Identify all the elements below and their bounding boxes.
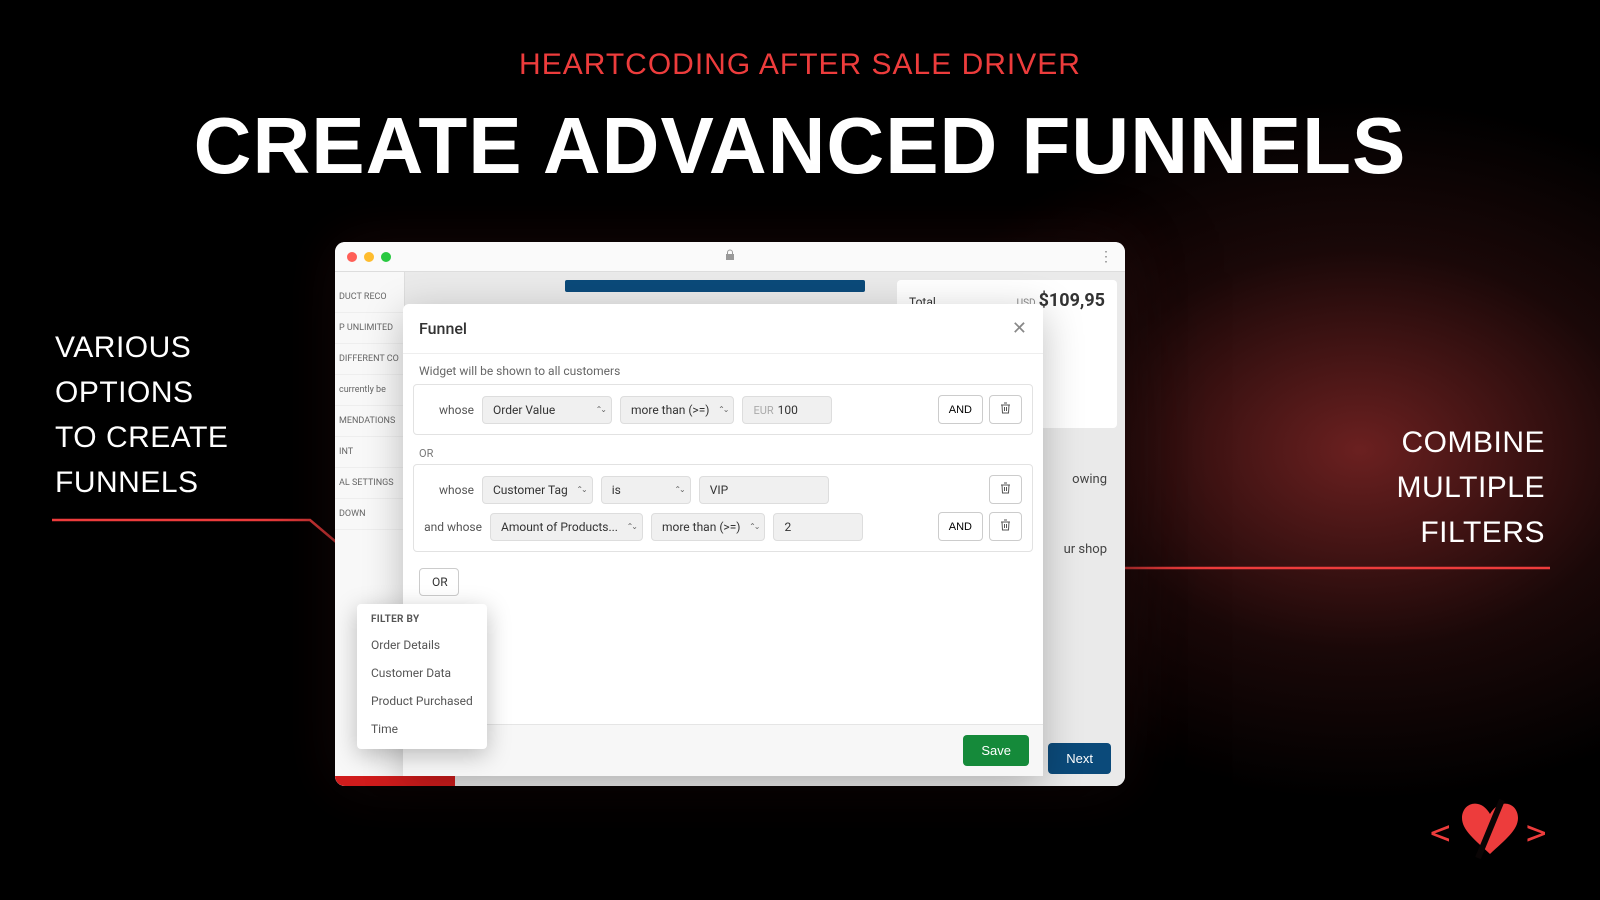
operator-select[interactable]: is <box>601 476 691 504</box>
callout-right-text: COMBINE MULTIPLE FILTERS <box>1397 426 1545 549</box>
traffic-lights <box>347 252 391 262</box>
sidebar-item[interactable]: currently be <box>335 375 404 406</box>
sidebar-item[interactable]: AL SETTINGS <box>335 468 404 499</box>
right-text-1: owing <box>1072 472 1107 487</box>
hero-title: CREATE ADVANCED FUNNELS <box>0 100 1600 192</box>
close-icon[interactable]: ✕ <box>1012 318 1027 339</box>
and-button[interactable]: AND <box>938 395 983 424</box>
arrow-left <box>50 510 370 570</box>
trash-icon <box>1000 482 1011 494</box>
funnel-modal: Funnel ✕ Widget will be shown to all cus… <box>403 304 1043 776</box>
maximize-icon[interactable] <box>381 252 391 262</box>
rule-group-1: whose Order Value more than (>=) EUR100 … <box>413 384 1033 435</box>
trash-icon <box>1000 402 1011 414</box>
browser-titlebar: ⋮ <box>335 242 1125 272</box>
or-separator: OR <box>419 447 1027 460</box>
value-input[interactable]: VIP <box>699 476 829 504</box>
field-select[interactable]: Amount of Products... <box>490 513 643 541</box>
filter-heading: FILTER BY <box>357 614 487 631</box>
sidebar-item[interactable]: DUCT RECO <box>335 282 404 313</box>
callout-right: COMBINE MULTIPLE FILTERS <box>1397 420 1545 555</box>
rule-group-2: whose Customer Tag is VIP and whose Amou… <box>413 464 1033 552</box>
filter-option[interactable]: Order Details <box>357 631 487 659</box>
lock-icon <box>725 249 735 264</box>
svg-text:<: < <box>1430 813 1450 853</box>
add-or-button[interactable]: OR <box>419 568 459 596</box>
total-amount: $109,95 <box>1039 290 1105 311</box>
red-accent-bar <box>335 776 455 786</box>
operator-select[interactable]: more than (>=) <box>620 396 734 424</box>
operator-select[interactable]: more than (>=) <box>651 513 765 541</box>
filter-option[interactable]: Product Purchased <box>357 687 487 715</box>
hero-subtitle: HEARTCODING AFTER SALE DRIVER <box>0 48 1600 82</box>
filter-option[interactable]: Time <box>357 715 487 743</box>
and-button[interactable]: AND <box>938 512 983 541</box>
modal-title: Funnel <box>419 319 467 338</box>
field-select[interactable]: Order Value <box>482 396 612 424</box>
save-button[interactable]: Save <box>963 735 1029 766</box>
field-select[interactable]: Customer Tag <box>482 476 593 504</box>
currency-prefix: EUR <box>753 404 773 417</box>
value-input[interactable]: EUR 100 <box>742 396 832 424</box>
heartcoding-logo: < > <box>1430 796 1550 870</box>
app-body: DUCT RECO P UNLIMITED DIFFERENT CO curre… <box>335 272 1125 786</box>
kebab-icon[interactable]: ⋮ <box>1099 255 1113 259</box>
delete-rule-button[interactable] <box>989 395 1022 424</box>
filter-by-popover: FILTER BY Order Details Customer Data Pr… <box>357 604 487 749</box>
right-text-2: ur shop <box>1064 542 1107 557</box>
delete-rule-button[interactable] <box>989 475 1022 504</box>
sidebar-item[interactable]: DIFFERENT CO <box>335 344 404 375</box>
top-progress-bar <box>565 280 865 292</box>
rule-prefix: whose <box>424 403 474 417</box>
modal-subtitle: Widget will be shown to all customers <box>403 354 1043 384</box>
sidebar-item[interactable]: DOWN <box>335 499 404 530</box>
close-icon[interactable] <box>347 252 357 262</box>
minimize-icon[interactable] <box>364 252 374 262</box>
value-input[interactable]: 2 <box>773 513 863 541</box>
filter-option[interactable]: Customer Data <box>357 659 487 687</box>
value-text: 100 <box>778 403 798 417</box>
callout-left-text: VARIOUS OPTIONS TO CREATE FUNNELS <box>55 331 228 499</box>
sidebar-item[interactable]: MENDATIONS <box>335 406 404 437</box>
rule-prefix: whose <box>424 483 474 497</box>
browser-window: ⋮ DUCT RECO P UNLIMITED DIFFERENT CO cur… <box>335 242 1125 786</box>
callout-left: VARIOUS OPTIONS TO CREATE FUNNELS <box>55 325 228 505</box>
delete-rule-button[interactable] <box>989 512 1022 541</box>
sidebar-item[interactable]: P UNLIMITED <box>335 313 404 344</box>
sidebar-item[interactable]: INT <box>335 437 404 468</box>
trash-icon <box>1000 519 1011 531</box>
next-button[interactable]: Next <box>1048 743 1111 774</box>
svg-text:>: > <box>1526 813 1546 853</box>
rule-prefix: and whose <box>424 520 482 534</box>
